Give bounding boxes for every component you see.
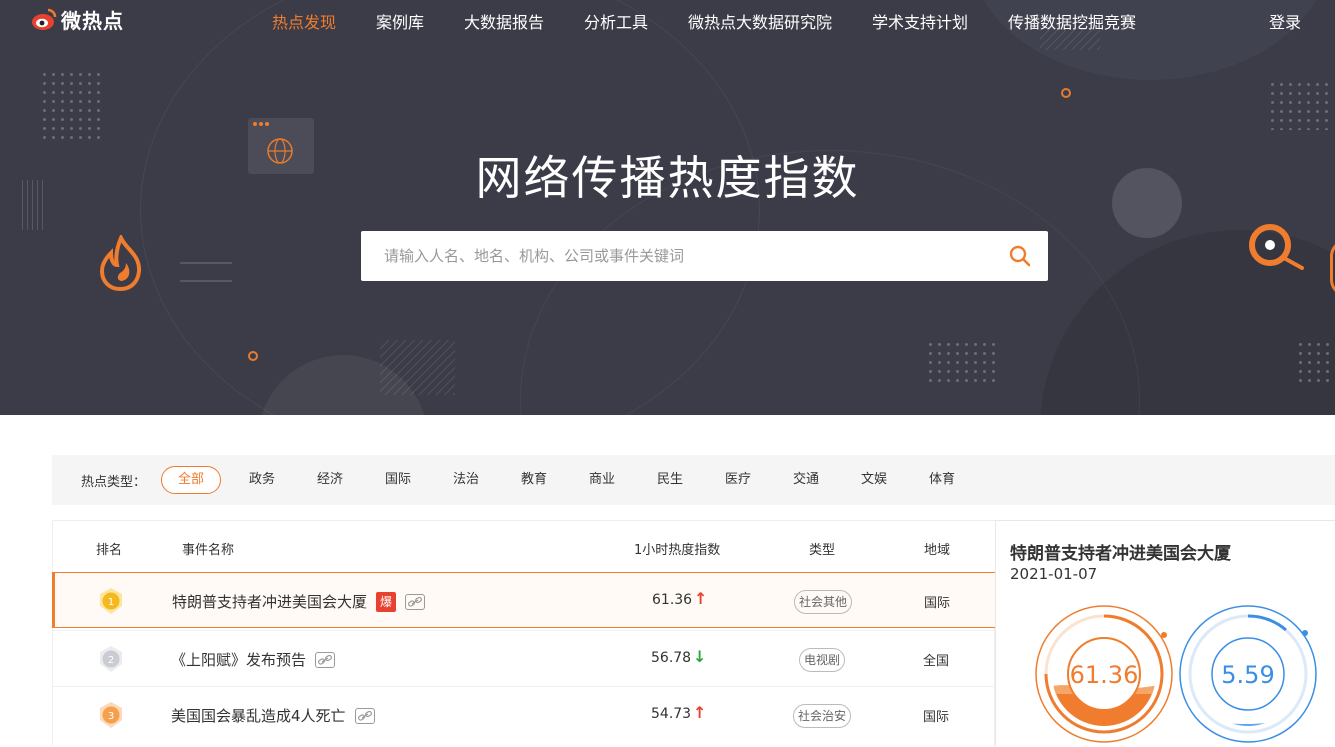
decorative-bars (180, 262, 232, 282)
table-row[interactable]: 3 美国国会暴乱造成4人死亡 54.73 ↑ 社会治安 国际 (53, 686, 996, 742)
filter-chip-medical[interactable]: 医疗 (718, 466, 758, 494)
link-icon[interactable] (405, 593, 426, 610)
event-title[interactable]: 美国国会暴乱造成4人死亡 (171, 705, 346, 726)
search-input[interactable] (361, 231, 991, 281)
bronze-medal-icon: 3 (100, 702, 122, 728)
filter-chip-sports[interactable]: 体育 (922, 466, 962, 494)
hero-banner: 微热点 热点发现 案例库 大数据报告 分析工具 微热点大数据研究院 学术支持计划… (0, 0, 1335, 415)
decorative-ring (248, 351, 258, 361)
nav-item-big-data-report[interactable]: 大数据报告 (464, 9, 544, 33)
type-tag: 社会其他 (794, 590, 853, 614)
header-rank: 排名 (96, 543, 123, 558)
header-region: 地域 (924, 543, 951, 558)
hot-events-table: 排名 事件名称 1小时热度指数 类型 地域 1 特朗普支持者冲进美国会大厦 爆 … (52, 520, 996, 746)
link-icon[interactable] (315, 651, 336, 668)
svg-text:3: 3 (108, 711, 114, 722)
top-navigation: 微热点 热点发现 案例库 大数据报告 分析工具 微热点大数据研究院 学术支持计划… (0, 0, 1335, 40)
filter-chip-law[interactable]: 法治 (446, 466, 486, 494)
logo-text: 微热点 (61, 8, 124, 33)
dot-pattern (40, 70, 100, 140)
nav-item-analysis-tools[interactable]: 分析工具 (584, 9, 648, 33)
flame-icon (99, 235, 142, 291)
event-title[interactable]: 《上阳赋》发布预告 (171, 649, 306, 670)
page-title: 网络传播热度指数 (475, 151, 860, 205)
filter-chip-entertainment[interactable]: 文娱 (854, 466, 894, 494)
hot-badge: 爆 (376, 591, 397, 612)
magnifier-icon (1249, 224, 1304, 270)
region-value: 国际 (924, 596, 951, 611)
logo[interactable]: 微热点 (30, 5, 124, 33)
dot-pattern (926, 340, 998, 385)
decorative-ring (1061, 88, 1071, 98)
line-pattern (380, 340, 455, 395)
weibo-logo-icon (32, 8, 57, 30)
filter-label: 热点类型： (81, 475, 147, 490)
filter-chip-international[interactable]: 国际 (378, 466, 418, 494)
region-value: 全国 (923, 654, 950, 669)
trend-down-icon: ↓ (693, 647, 707, 666)
filter-chip-livelihood[interactable]: 民生 (650, 466, 690, 494)
nav-item-data-mining-contest[interactable]: 传播数据挖掘竞赛 (1008, 9, 1136, 33)
silver-medal-icon: 2 (100, 646, 122, 672)
nav-item-hot-discovery[interactable]: 热点发现 (272, 9, 336, 33)
table-row[interactable]: 2 《上阳赋》发布预告 56.78 ↓ 电视剧 全国 (53, 630, 996, 686)
dot-pattern (1296, 340, 1335, 385)
filter-chip-economy[interactable]: 经济 (310, 466, 350, 494)
search-icon[interactable] (1008, 244, 1032, 268)
filter-chip-politics[interactable]: 政务 (242, 466, 282, 494)
header-event: 事件名称 (182, 543, 235, 558)
heat-index-gauge: 61.36 (1034, 604, 1174, 747)
nav-item-academic-support[interactable]: 学术支持计划 (872, 9, 968, 33)
gold-medal-icon: 1 (100, 588, 122, 614)
secondary-index-gauge: 5.59 (1178, 604, 1318, 747)
link-icon[interactable] (354, 707, 375, 724)
table-header: 排名 事件名称 1小时热度指数 类型 地域 (53, 521, 996, 573)
header-type: 类型 (809, 543, 836, 558)
event-cell: 《上阳赋》发布预告 (171, 649, 336, 670)
filter-chip-all[interactable]: 全部 (161, 466, 221, 494)
category-filter-bar: 热点类型： 全部 政务 经济 国际 法治 教育 商业 民生 医疗 交通 文娱 体… (52, 455, 1335, 505)
event-detail-panel: 特朗普支持者冲进美国会大厦 2021-01-07 61.36 5.59 (995, 520, 1335, 746)
detail-date: 2021-01-07 (1010, 565, 1098, 583)
event-title[interactable]: 特朗普支持者冲进美国会大厦 (172, 591, 367, 612)
filter-chip-business[interactable]: 商业 (582, 466, 622, 494)
event-cell: 美国国会暴乱造成4人死亡 (171, 705, 375, 726)
trend-up-icon: ↑ (694, 589, 708, 608)
search-box (361, 231, 1048, 281)
header-index: 1小时热度指数 (634, 543, 721, 558)
svg-text:1: 1 (108, 597, 114, 608)
login-link[interactable]: 登录 (1269, 9, 1301, 33)
dot-pattern (1268, 80, 1333, 130)
type-tag: 电视剧 (799, 648, 846, 672)
table-row[interactable]: 1 特朗普支持者冲进美国会大厦 爆 61.36 ↑ 社会其他 国际 (52, 572, 996, 628)
detail-title[interactable]: 特朗普支持者冲进美国会大厦 (1010, 539, 1231, 564)
region-value: 国际 (923, 710, 950, 725)
filter-chip-transport[interactable]: 交通 (786, 466, 826, 494)
heat-gauge-value: 61.36 (1069, 661, 1139, 689)
type-tag: 社会治安 (793, 704, 852, 728)
nav-item-case-library[interactable]: 案例库 (376, 9, 424, 33)
nav-item-research-institute[interactable]: 微热点大数据研究院 (688, 9, 832, 33)
svg-text:2: 2 (108, 655, 114, 666)
secondary-gauge-value: 5.59 (1221, 661, 1275, 689)
trend-up-icon: ↑ (693, 703, 707, 722)
filter-chip-education[interactable]: 教育 (514, 466, 554, 494)
event-cell: 特朗普支持者冲进美国会大厦 爆 (172, 591, 426, 612)
